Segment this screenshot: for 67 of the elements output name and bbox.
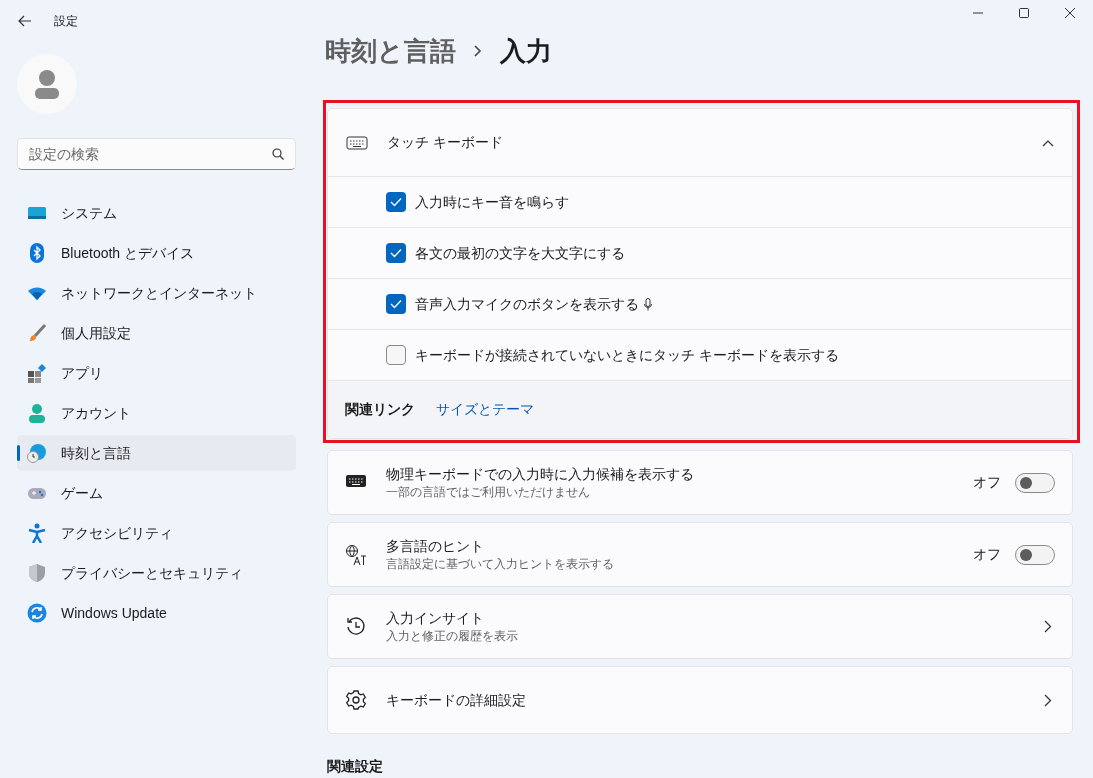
sidebar-item[interactable]: ネットワークとインターネット xyxy=(17,275,296,311)
refresh-icon xyxy=(27,603,47,623)
check-icon xyxy=(390,197,402,207)
keyboard-icon xyxy=(346,135,368,150)
globe-translate-icon xyxy=(345,543,367,566)
accessibility-icon xyxy=(27,523,47,543)
section-heading: 関連設定 xyxy=(327,757,384,776)
sidebar-item[interactable]: アクセシビリティ xyxy=(17,515,296,551)
settings-card[interactable]: 多言語のヒント 言語設定に基づいて入力ヒントを表示する オフ xyxy=(327,522,1073,587)
toggle-switch[interactable] xyxy=(1015,544,1055,565)
checkbox[interactable] xyxy=(386,243,406,263)
checkbox[interactable] xyxy=(386,345,406,365)
sidebar-item[interactable]: Bluetooth とデバイス xyxy=(17,235,296,271)
setting-title: 多言語のヒント xyxy=(386,537,485,556)
checkbox-label: 音声入力マイクのボタンを表示する xyxy=(415,294,639,314)
setting-title: 入力インサイト xyxy=(386,609,485,628)
settings-card[interactable]: キーボードの詳細設定 xyxy=(327,666,1073,734)
setting-description: 一部の言語ではご利用いただけません xyxy=(386,484,591,500)
toggle-switch[interactable] xyxy=(1015,472,1055,493)
sidebar-item[interactable]: アプリ xyxy=(17,355,296,391)
globe-clock-icon xyxy=(27,443,47,463)
search-icon xyxy=(272,148,284,160)
toggle-state-label: オフ xyxy=(973,545,1001,564)
setting-title: キーボードの詳細設定 xyxy=(386,690,527,710)
paintbrush-icon xyxy=(27,323,47,343)
checkbox[interactable] xyxy=(386,294,406,314)
related-links-label: 関連リンク xyxy=(345,400,415,419)
expander-title: タッチ キーボード xyxy=(387,133,504,152)
shield-icon xyxy=(27,563,47,583)
search-field[interactable]: 設定の検索 xyxy=(17,138,296,170)
setting-title: 物理キーボードでの入力時に入力候補を表示する xyxy=(386,465,695,484)
check-icon xyxy=(390,299,402,309)
checkbox-label: 各文の最初の文字を大文字にする xyxy=(415,243,625,263)
expander-header[interactable]: タッチ キーボード xyxy=(328,109,1072,177)
settings-card[interactable]: 物理キーボードでの入力時に入力候補を表示する 一部の言語ではご利用いただけません オフ xyxy=(327,450,1073,515)
window-title: 設定 xyxy=(54,13,78,30)
sidebar-item[interactable]: Windows Update xyxy=(17,595,296,631)
chevron-right-icon xyxy=(1044,693,1052,707)
sidebar-item[interactable]: アカウント xyxy=(17,395,296,431)
chevron-right-icon xyxy=(1044,620,1052,633)
settings-card[interactable]: 入力インサイト 入力と修正の履歴を表示 xyxy=(327,594,1073,659)
apps-icon xyxy=(27,363,47,383)
link[interactable]: サイズとテーマ xyxy=(436,399,534,420)
selection-indicator xyxy=(17,445,20,461)
chevron-up-icon[interactable] xyxy=(1042,138,1054,147)
page-title: 入力 xyxy=(500,34,552,68)
person-icon xyxy=(27,403,47,423)
bluetooth-icon xyxy=(27,243,47,263)
sidebar-item[interactable]: プライバシーとセキュリティ xyxy=(17,555,296,591)
check-icon xyxy=(390,248,402,258)
sidebar-item[interactable]: ゲーム xyxy=(17,475,296,511)
history-icon xyxy=(345,615,367,638)
checkbox[interactable] xyxy=(386,192,406,212)
gear-icon xyxy=(345,689,367,711)
sidebar-item[interactable]: システム xyxy=(17,195,296,231)
checkbox-label: キーボードが接続されていないときにタッチ キーボードを表示する xyxy=(415,345,839,365)
sidebar-item[interactable]: 個人用設定 xyxy=(17,315,296,351)
checkbox-label: 入力時にキー音を鳴らす xyxy=(415,192,569,212)
back-arrow-icon[interactable] xyxy=(18,15,32,27)
breadcrumb-link[interactable]: 時刻と言語 xyxy=(325,31,456,71)
setting-description: 言語設定に基づいて入力ヒントを表示する xyxy=(386,556,615,572)
sidebar-item[interactable]: 時刻と言語 xyxy=(17,435,296,471)
toggle-state-label: オフ xyxy=(973,473,1001,492)
maximize-icon[interactable] xyxy=(1018,8,1030,18)
close-icon[interactable] xyxy=(1064,8,1076,18)
chevron-right-icon xyxy=(474,45,482,57)
setting-description: 入力と修正の履歴を表示 xyxy=(386,628,519,644)
